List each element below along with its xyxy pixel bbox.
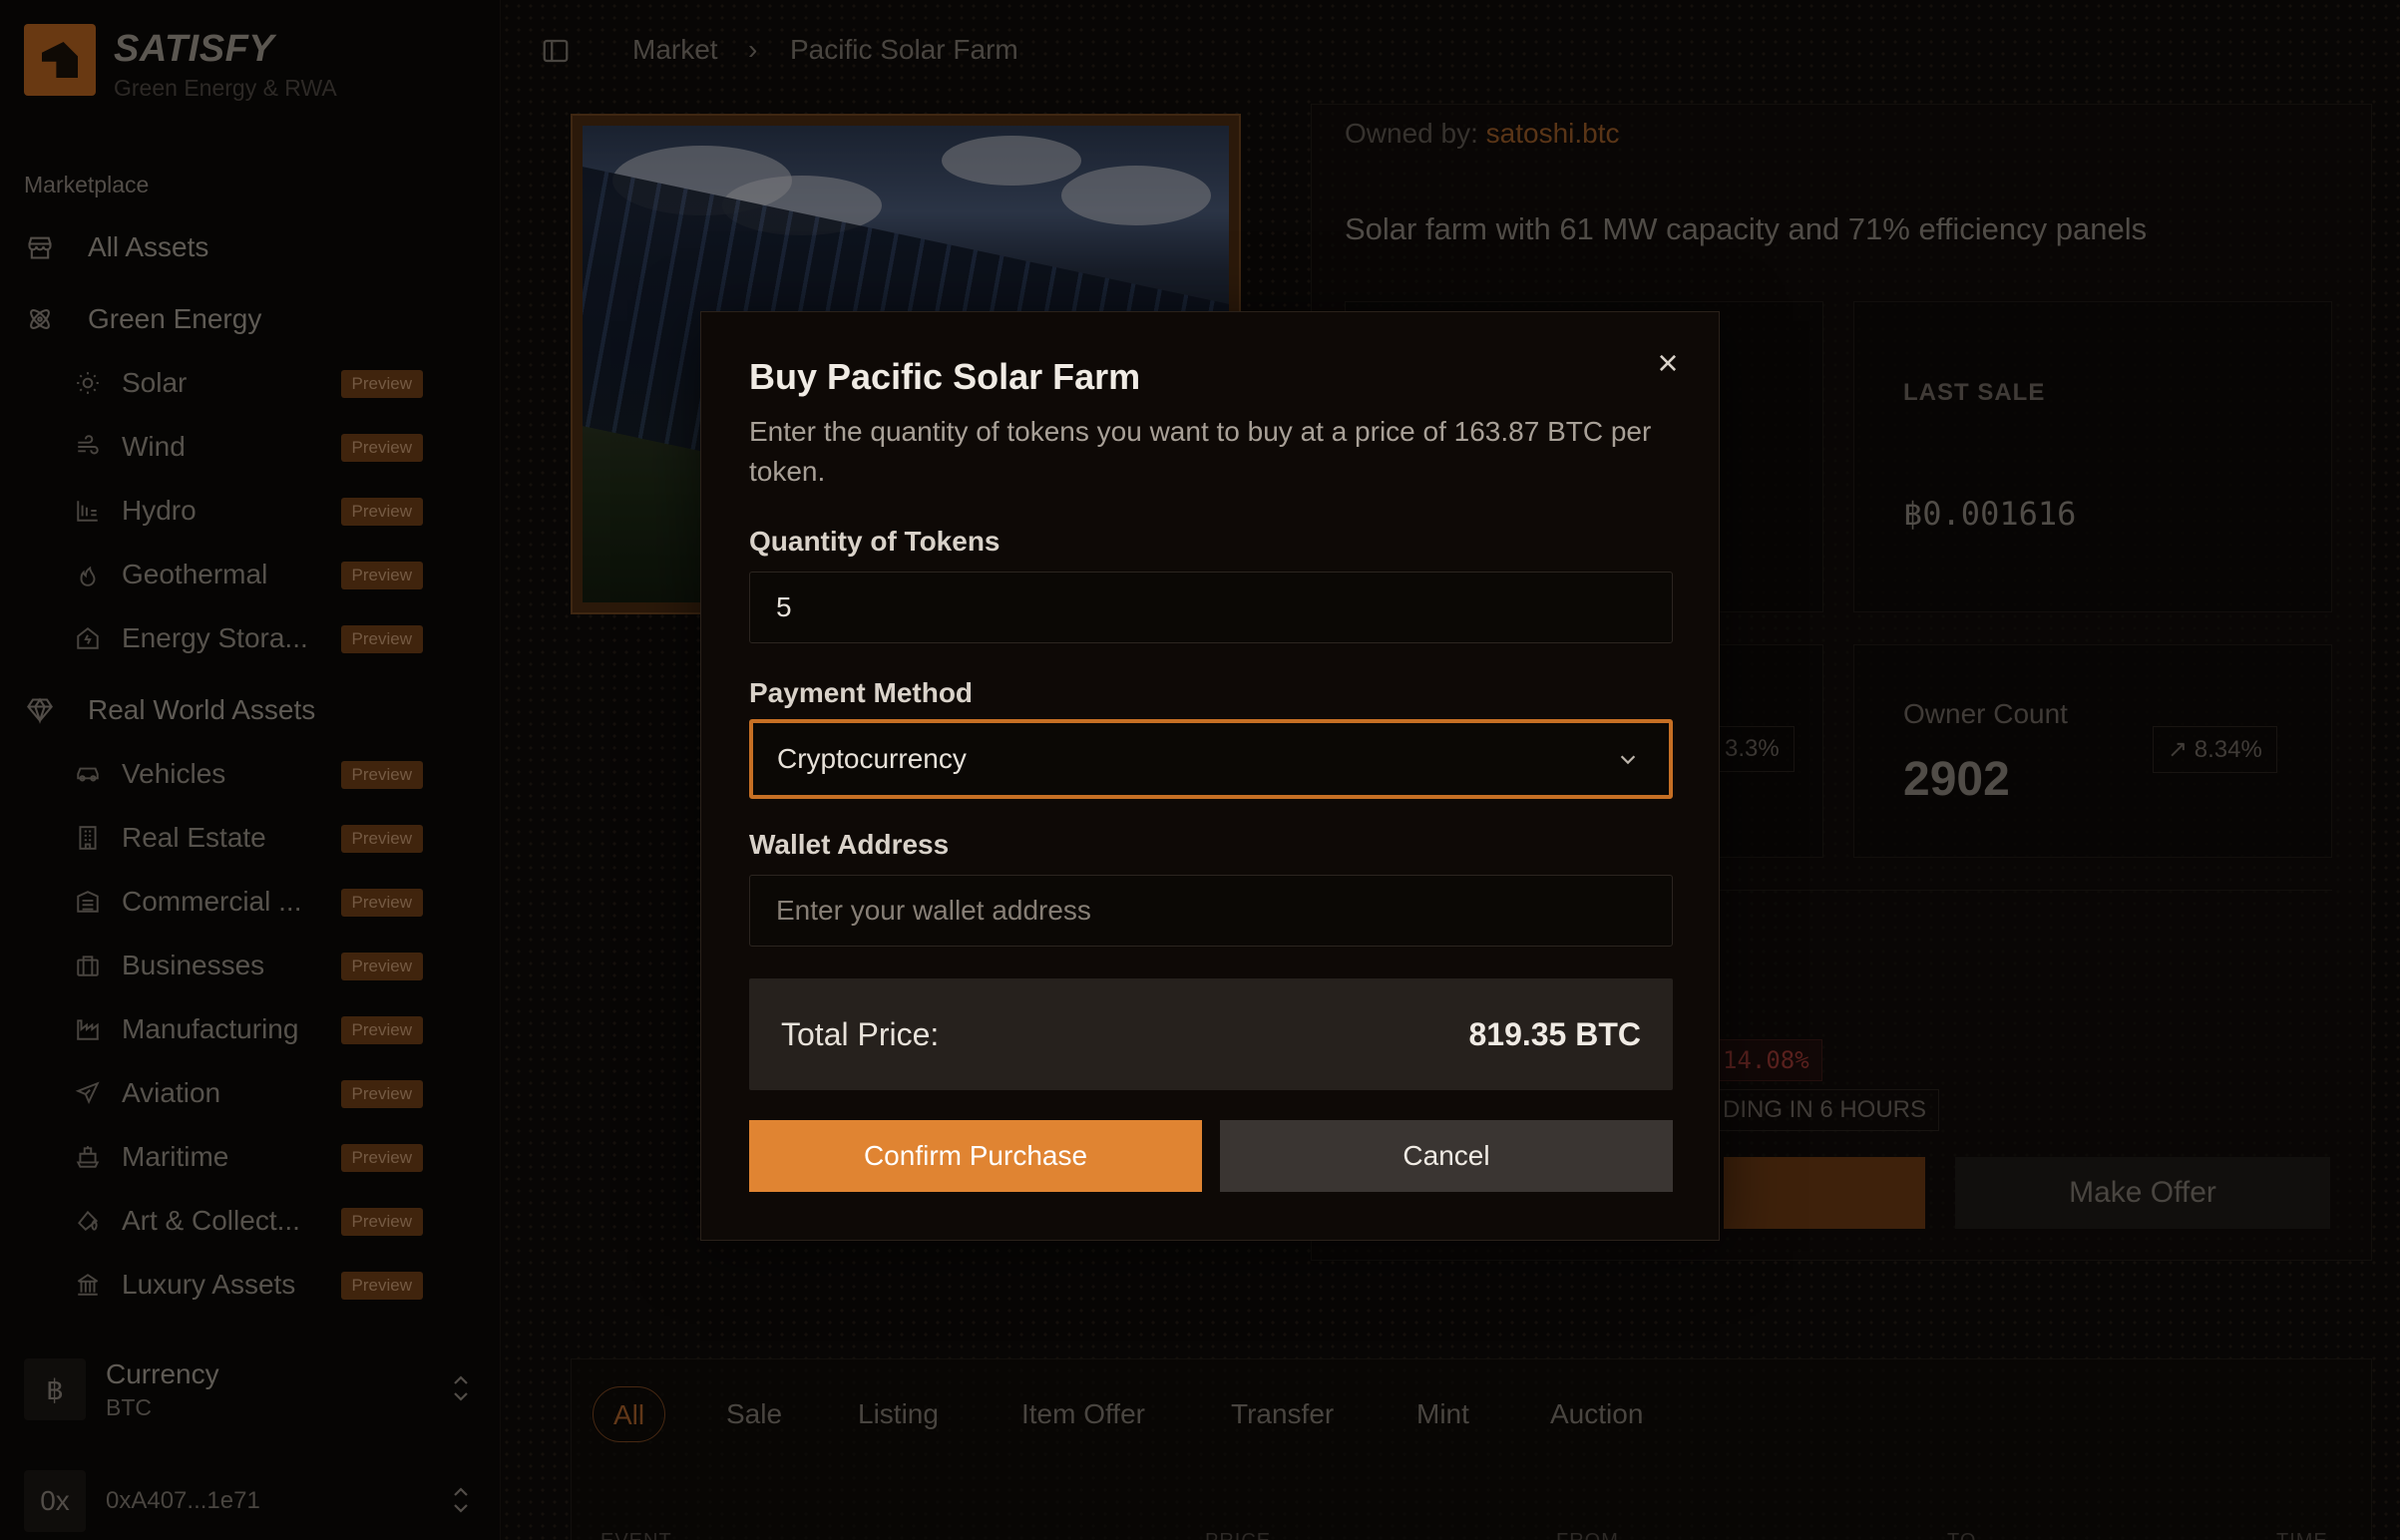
dialog-title: Buy Pacific Solar Farm <box>749 356 1141 397</box>
wallet-address-input[interactable] <box>749 875 1673 947</box>
payment-method-select[interactable]: Cryptocurrency <box>749 719 1673 799</box>
wallet-address-label: Wallet Address <box>749 829 950 860</box>
quantity-label: Quantity of Tokens <box>749 526 1000 557</box>
close-icon[interactable]: × <box>1651 345 1685 381</box>
payment-method-label: Payment Method <box>749 677 974 708</box>
dialog-description: Enter the quantity of tokens you want to… <box>749 416 1652 487</box>
quantity-input[interactable] <box>749 572 1673 643</box>
payment-method-value: Cryptocurrency <box>777 743 967 774</box>
cancel-button[interactable]: Cancel <box>1220 1120 1673 1192</box>
total-price-label: Total Price: <box>781 1016 940 1052</box>
chevron-down-icon <box>1617 745 1639 767</box>
confirm-purchase-button[interactable]: Confirm Purchase <box>749 1120 1202 1192</box>
total-price-box: Total Price: 819.35 BTC <box>749 978 1673 1090</box>
total-price-value: 819.35 BTC <box>1468 1016 1641 1052</box>
buy-dialog: Buy Pacific Solar Farm × Enter the quant… <box>700 311 1720 1241</box>
